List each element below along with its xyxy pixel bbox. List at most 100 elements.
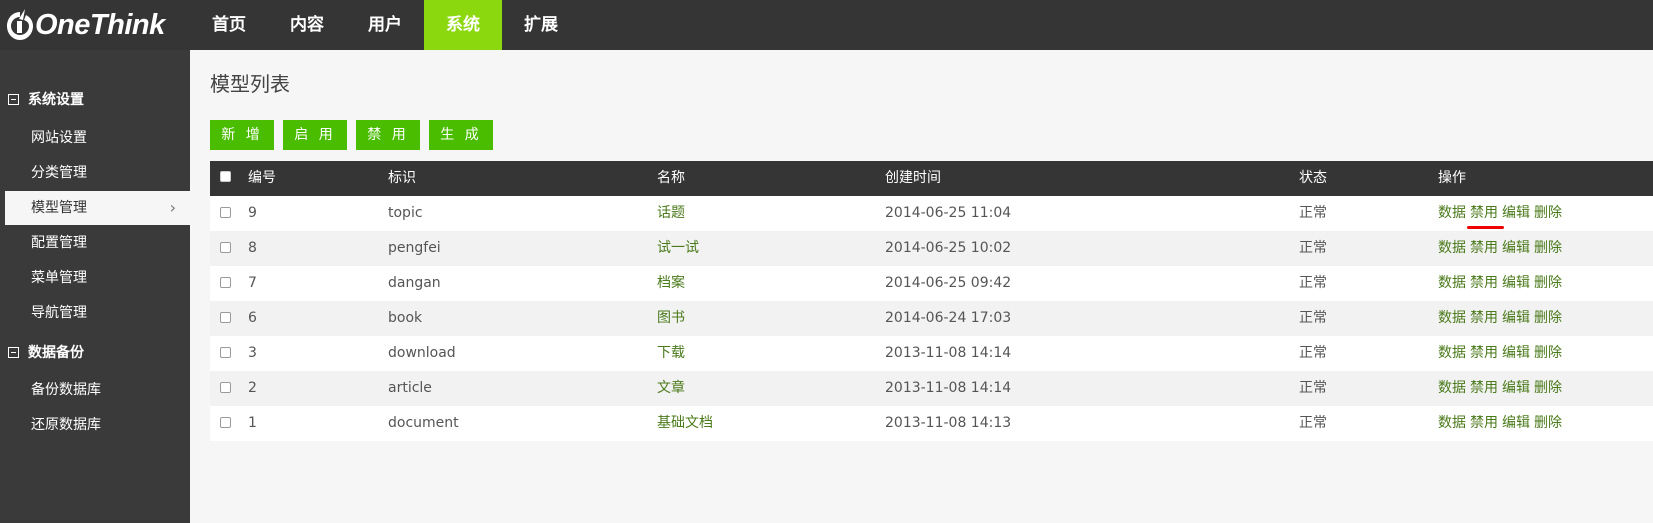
delete-link[interactable]: 删除 xyxy=(1534,415,1562,431)
header-status: 状态 xyxy=(1299,170,1327,186)
model-table: 编号 标识 名称 创建时间 状态 操作 9 topic 话题 2014-06-2… xyxy=(210,161,1653,441)
table-row: 7 dangan 档案 2014-06-25 09:42 正常 数据 禁用 编辑 删除 xyxy=(210,266,1653,301)
sidebar-group-label: 系统设置 xyxy=(28,92,84,108)
row-name-link[interactable]: 档案 xyxy=(657,266,685,301)
row-actions: 数据 禁用 编辑 删除 xyxy=(1438,371,1566,406)
row-actions: 数据 禁用 编辑 删除 xyxy=(1438,266,1566,301)
row-checkbox[interactable] xyxy=(220,382,231,393)
row-key: dangan xyxy=(388,275,441,291)
edit-link[interactable]: 编辑 xyxy=(1502,345,1530,361)
select-all-checkbox[interactable] xyxy=(220,171,231,182)
disable-link[interactable]: 禁用 xyxy=(1470,380,1498,396)
onethink-logo-icon xyxy=(7,9,33,40)
delete-link[interactable]: 删除 xyxy=(1534,205,1562,221)
table-header: 编号 标识 名称 创建时间 状态 操作 xyxy=(210,161,1653,196)
header-key: 标识 xyxy=(388,170,416,186)
row-checkbox[interactable] xyxy=(220,312,231,323)
row-name-link[interactable]: 图书 xyxy=(657,301,685,336)
logo[interactable]: OneThink xyxy=(6,6,165,44)
red-underline-annotation xyxy=(1467,226,1504,229)
edit-link[interactable]: 编辑 xyxy=(1502,310,1530,326)
row-name-link[interactable]: 基础文档 xyxy=(657,406,713,441)
sidebar-item-config[interactable]: 配置管理 xyxy=(0,226,190,260)
delete-link[interactable]: 删除 xyxy=(1534,275,1562,291)
nav-item-extensions[interactable]: 扩展 xyxy=(502,0,580,50)
row-created: 2014-06-25 10:02 xyxy=(885,240,1012,256)
row-checkbox[interactable] xyxy=(220,417,231,428)
row-actions: 数据 禁用 编辑 删除 xyxy=(1438,336,1566,371)
table-row: 1 document 基础文档 2013-11-08 14:13 正常 数据 禁用… xyxy=(210,406,1653,441)
row-checkbox[interactable] xyxy=(220,277,231,288)
row-key: article xyxy=(388,380,432,396)
nav-item-home[interactable]: 首页 xyxy=(190,0,268,50)
row-id: 3 xyxy=(248,345,257,361)
delete-link[interactable]: 删除 xyxy=(1534,345,1562,361)
row-name-link[interactable]: 下载 xyxy=(657,336,685,371)
edit-link[interactable]: 编辑 xyxy=(1502,415,1530,431)
header-created: 创建时间 xyxy=(885,170,941,186)
sidebar-item-site-settings[interactable]: 网站设置 xyxy=(0,121,190,155)
edit-link[interactable]: 编辑 xyxy=(1502,205,1530,221)
row-key: document xyxy=(388,415,459,431)
nav-item-content[interactable]: 内容 xyxy=(268,0,346,50)
sidebar-item-menus[interactable]: 菜单管理 xyxy=(0,261,190,295)
delete-link[interactable]: 删除 xyxy=(1534,310,1562,326)
row-key: download xyxy=(388,345,456,361)
sidebar-item-models[interactable]: 模型管理 › xyxy=(5,191,190,225)
edit-link[interactable]: 编辑 xyxy=(1502,275,1530,291)
row-actions: 数据 禁用 编辑 删除 xyxy=(1438,406,1566,441)
row-status: 正常 xyxy=(1299,205,1327,221)
sidebar-group-system-settings[interactable]: 系统设置 xyxy=(8,87,84,111)
sidebar-item-restore-db[interactable]: 还原数据库 xyxy=(0,408,190,442)
delete-link[interactable]: 删除 xyxy=(1534,380,1562,396)
row-name-link[interactable]: 话题 xyxy=(657,196,685,231)
disable-link[interactable]: 禁用 xyxy=(1470,275,1498,291)
row-actions: 数据 禁用 编辑 删除 xyxy=(1438,301,1566,336)
data-link[interactable]: 数据 xyxy=(1438,415,1466,431)
table-row: 8 pengfei 试一试 2014-06-25 10:02 正常 数据 禁用 编辑… xyxy=(210,231,1653,266)
row-created: 2014-06-24 17:03 xyxy=(885,310,1012,326)
row-status: 正常 xyxy=(1299,275,1327,291)
disable-link[interactable]: 禁用 xyxy=(1470,345,1498,361)
row-name-link[interactable]: 试一试 xyxy=(657,231,699,266)
sidebar-item-categories[interactable]: 分类管理 xyxy=(0,156,190,190)
disable-link[interactable]: 禁用 xyxy=(1470,415,1498,431)
row-created: 2014-06-25 11:04 xyxy=(885,205,1012,221)
delete-link[interactable]: 删除 xyxy=(1534,240,1562,256)
disable-button[interactable]: 禁 用 xyxy=(356,120,420,150)
add-button[interactable]: 新 增 xyxy=(210,120,274,150)
main-nav: 首页 内容 用户 系统 扩展 xyxy=(190,0,580,50)
sidebar-item-navigation[interactable]: 导航管理 xyxy=(0,296,190,330)
disable-link[interactable]: 禁用 xyxy=(1470,310,1498,326)
data-link[interactable]: 数据 xyxy=(1438,275,1466,291)
sidebar-group-data-backup[interactable]: 数据备份 xyxy=(8,340,84,364)
sidebar-item-backup-db[interactable]: 备份数据库 xyxy=(0,373,190,407)
row-checkbox[interactable] xyxy=(220,207,231,218)
row-checkbox[interactable] xyxy=(220,242,231,253)
data-link[interactable]: 数据 xyxy=(1438,205,1466,221)
header-id: 编号 xyxy=(248,170,276,186)
row-id: 6 xyxy=(248,310,257,326)
disable-link[interactable]: 禁用 xyxy=(1470,205,1498,221)
row-key: topic xyxy=(388,205,423,221)
data-link[interactable]: 数据 xyxy=(1438,380,1466,396)
nav-item-users[interactable]: 用户 xyxy=(346,0,424,50)
row-created: 2014-06-25 09:42 xyxy=(885,275,1012,291)
collapse-icon xyxy=(8,93,19,105)
data-link[interactable]: 数据 xyxy=(1438,240,1466,256)
edit-link[interactable]: 编辑 xyxy=(1502,240,1530,256)
row-status: 正常 xyxy=(1299,345,1327,361)
row-name-link[interactable]: 文章 xyxy=(657,371,685,406)
row-checkbox[interactable] xyxy=(220,347,231,358)
data-link[interactable]: 数据 xyxy=(1438,345,1466,361)
disable-link[interactable]: 禁用 xyxy=(1470,240,1498,256)
data-link[interactable]: 数据 xyxy=(1438,310,1466,326)
row-id: 2 xyxy=(248,380,257,396)
row-id: 7 xyxy=(248,275,257,291)
generate-button[interactable]: 生 成 xyxy=(429,120,493,150)
enable-button[interactable]: 启 用 xyxy=(283,120,347,150)
row-id: 9 xyxy=(248,205,257,221)
edit-link[interactable]: 编辑 xyxy=(1502,380,1530,396)
nav-item-system[interactable]: 系统 xyxy=(424,0,502,50)
row-status: 正常 xyxy=(1299,240,1327,256)
